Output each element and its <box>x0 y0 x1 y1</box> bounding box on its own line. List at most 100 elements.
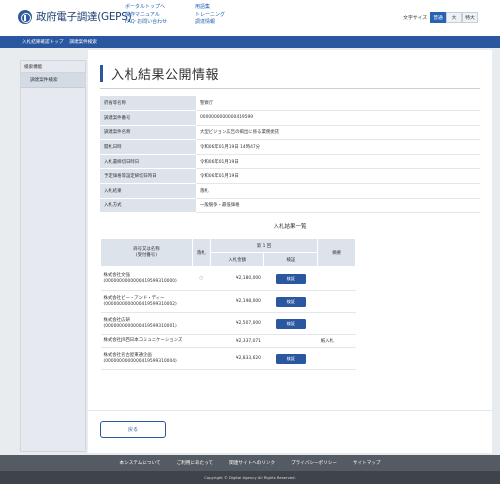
font-size-normal-button[interactable]: 普通 <box>430 12 446 23</box>
verify-cell: 検証 <box>263 290 318 313</box>
info-value: 警察庁 <box>196 96 480 112</box>
table-row: 株式会社広研 (0000000000000419599310001) ¥2,507,… <box>100 312 356 335</box>
note-cell <box>317 312 356 335</box>
sidebar-heading: 検索機能 <box>21 61 85 73</box>
receipt-number: (0000000000000419599310000) <box>103 278 177 284</box>
site-header: 政府電子調達(GEPS) ポータルトップへ 操作マニュアル FAQ･お問い合わせ… <box>0 0 500 36</box>
header-links-primary: ポータルトップへ 操作マニュアル FAQ･お問い合わせ <box>125 4 167 27</box>
note-cell <box>317 290 356 313</box>
header-links-secondary: 用語集 トレーニング 調達情報 <box>195 4 225 27</box>
glossary-link[interactable]: 用語集 <box>195 4 225 12</box>
breadcrumb-current[interactable]: 調達案件検索 <box>69 39 97 45</box>
info-label: 予定価格等設定締切日時日 <box>100 168 196 185</box>
company-cell: 株式会社JR西日本コミュニケーションズ <box>100 334 193 348</box>
company-cell: 株式会社文強 (0000000000000419599310000) <box>100 266 193 291</box>
sidebar-item-project-search[interactable]: 調達案件検索 <box>21 73 85 88</box>
back-button[interactable]: 戻る <box>100 421 166 438</box>
winner-mark <box>192 334 211 348</box>
bid-amount: ¥2,180,000 <box>210 266 264 291</box>
footer-link-sitemap[interactable]: サイトマップ <box>353 460 381 466</box>
company-cell: 株式会社ビー・アンド・ディー (0000000000000419599310002… <box>100 290 193 313</box>
info-row: 入札方式 一般競争・最低価格 <box>100 198 480 214</box>
verify-cell: 検証 <box>263 266 318 291</box>
font-size-xlarge-button[interactable]: 特大 <box>462 12 478 23</box>
info-row: 調達案件名称 大型ビジョン広告の掲出に係る業務委託 <box>100 125 480 141</box>
title-accent-bar <box>100 65 103 82</box>
font-size-label: 文字サイズ <box>403 16 427 21</box>
procurement-info-link[interactable]: 調達情報 <box>195 19 225 27</box>
breadcrumb: 入札結果確認トップ 調達案件検索 <box>0 36 500 48</box>
footer-link-about[interactable]: 本システムについて <box>120 460 161 466</box>
table-row: 株式会社ビー・アンド・ディー (0000000000000419599310002… <box>100 290 356 313</box>
info-label: 府省等名称 <box>100 96 196 112</box>
results-table: 商号又は名称 (受付番号) 落札 第 1 回 摘要 入札金額 検証 株式会社文強… <box>100 238 356 370</box>
company-name: 株式会社JR西日本コミュニケーションズ <box>103 338 183 343</box>
info-value: 令和06年01月19日 14時47分 <box>196 139 480 155</box>
info-value: 令和06年01月19日 <box>196 168 480 185</box>
logo-text: 政府電子調達(GEPS) <box>36 11 132 23</box>
note-header: 摘要 <box>317 238 356 267</box>
info-value: 令和06年01月19日 <box>196 154 480 170</box>
results-title: 入札結果一覧 <box>273 224 307 230</box>
footer-link-privacy[interactable]: プライバシーポリシー <box>291 460 337 466</box>
company-cell: 株式会社名古屋東通企画 (0000000000000419599310004) <box>100 347 193 370</box>
verify-cell: 検証 <box>263 312 318 335</box>
verify-button[interactable]: 検証 <box>275 318 306 329</box>
info-label: 調達案件名称 <box>100 125 196 141</box>
verify-header: 検証 <box>263 252 319 267</box>
info-label: 入札書締切日時日 <box>100 154 196 170</box>
receipt-number: (0000000000000419599310004) <box>103 358 177 364</box>
winner-mark <box>192 312 211 335</box>
info-label: 入札結果 <box>100 183 196 199</box>
note-cell: 紙入札 <box>317 334 356 348</box>
manual-link[interactable]: 操作マニュアル <box>125 12 167 20</box>
table-row: 株式会社JR西日本コミュニケーションズ ¥2,337,071 紙入札 <box>100 334 356 348</box>
info-row: 予定価格等設定締切日時日 令和06年01月19日 <box>100 168 480 185</box>
font-size-switcher: 文字サイズ 普通 大 特大 <box>403 12 478 23</box>
verify-button[interactable]: 検証 <box>275 273 306 284</box>
info-row: 入札結果 落札 <box>100 183 480 199</box>
bid-amount: ¥2,833,620 <box>210 347 264 370</box>
copyright: Copyright © Digital Agency All Rights Re… <box>0 471 500 484</box>
main-content: 入札結果公開情報 府省等名称 警察庁 調達案件番号 00000000000004195… <box>88 50 492 453</box>
winner-mark: ○ <box>192 266 211 291</box>
winner-mark <box>192 347 211 370</box>
info-row: 入札書締切日時日 令和06年01月19日 <box>100 154 480 170</box>
breadcrumb-top-link[interactable]: 入札結果確認トップ <box>22 39 63 45</box>
verify-cell <box>263 334 318 348</box>
info-label: 入札方式 <box>100 198 196 214</box>
verify-button[interactable]: 検証 <box>275 353 306 364</box>
verify-button[interactable]: 検証 <box>275 296 306 307</box>
footer-link-usage[interactable]: ご利用にあたって <box>177 460 214 466</box>
info-value: 大型ビジョン広告の掲出に係る業務委託 <box>196 125 480 141</box>
note-cell <box>317 347 356 370</box>
verify-cell: 検証 <box>263 347 318 370</box>
site-footer: 本システムについて ご利用にあたって 関連サイトへのリンク プライバシーポリシー… <box>0 455 500 471</box>
bid-amount: ¥2,198,000 <box>210 290 264 313</box>
info-row: 府省等名称 警察庁 <box>100 96 480 112</box>
page-title: 入札結果公開情報 <box>111 68 220 83</box>
bid-amount: ¥2,337,071 <box>210 334 264 348</box>
footer-link-related[interactable]: 関連サイトへのリンク <box>229 460 275 466</box>
sidebar: 検索機能 調達案件検索 <box>20 60 86 452</box>
site-logo[interactable]: 政府電子調達(GEPS) <box>18 9 132 24</box>
faq-link[interactable]: FAQ･お問い合わせ <box>125 19 167 27</box>
receipt-number: (0000000000000419599310002) <box>103 301 177 307</box>
training-link[interactable]: トレーニング <box>195 12 225 20</box>
company-cell: 株式会社広研 (0000000000000419599310001) <box>100 312 193 335</box>
title-divider <box>100 88 480 89</box>
info-value: 一般競争・最低価格 <box>196 198 480 214</box>
page-title-block: 入札結果公開情報 <box>100 64 219 83</box>
info-value: 落札 <box>196 183 480 199</box>
table-row: 株式会社文強 (0000000000000419599310000) ○ ¥2,180… <box>100 266 356 291</box>
font-size-large-button[interactable]: 大 <box>446 12 462 23</box>
info-label: 開札日時 <box>100 139 196 155</box>
info-value: 0000000000000419599 <box>196 110 480 126</box>
receipt-number: (0000000000000419599310001) <box>103 323 177 329</box>
portal-top-link[interactable]: ポータルトップへ <box>125 4 167 12</box>
bid-info-table: 府省等名称 警察庁 調達案件番号 0000000000000419599 調達案件名称大… <box>100 96 480 214</box>
amount-header: 入札金額 <box>209 252 265 267</box>
info-label: 調達案件番号 <box>100 110 196 126</box>
bid-amount: ¥2,507,000 <box>210 312 264 335</box>
info-row: 調達案件番号 0000000000000419599 <box>100 110 480 126</box>
